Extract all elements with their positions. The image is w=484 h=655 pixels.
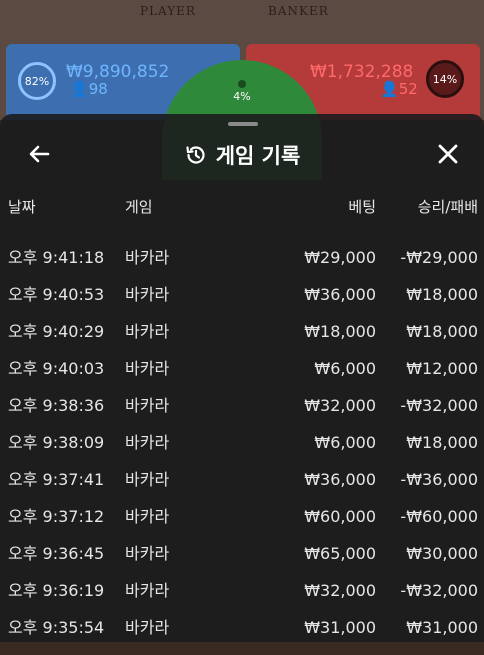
table-row[interactable]: 오후 9:41:18 바카라 ₩29,000 -₩29,000 (0, 248, 484, 285)
banker-table-label: BANKER (268, 4, 329, 18)
row-result: -₩32,000 (400, 396, 478, 415)
row-game: 바카라 (125, 396, 170, 415)
tie-percent: 4% (233, 90, 251, 103)
table-row[interactable]: 오후 9:38:09 바카라 ₩6,000 ₩18,000 (0, 433, 484, 470)
row-result: ₩18,000 (406, 322, 478, 341)
row-result: -₩32,000 (400, 581, 478, 600)
row-bet: ₩29,000 (304, 248, 376, 267)
row-time: 오후 9:40:29 (8, 322, 105, 341)
tie-indicator-dot (238, 80, 246, 88)
table-row[interactable]: 오후 9:40:29 바카라 ₩18,000 ₩18,000 (0, 322, 484, 359)
table-row[interactable]: 오후 9:36:19 바카라 ₩32,000 -₩32,000 (0, 581, 484, 618)
row-bet: ₩6,000 (314, 433, 376, 452)
row-game: 바카라 (125, 544, 170, 563)
row-time: 오후 9:41:18 (8, 248, 105, 267)
sheet-header: 게임 기록 (0, 132, 484, 178)
row-time: 오후 9:38:36 (8, 396, 105, 415)
table-row[interactable]: 오후 9:37:41 바카라 ₩36,000 -₩36,000 (0, 470, 484, 507)
row-bet: ₩60,000 (304, 507, 376, 526)
page-title: 게임 기록 (215, 144, 301, 168)
row-result: -₩29,000 (400, 248, 478, 267)
player-bettor-count: 👤98 (70, 80, 108, 98)
row-game: 바카라 (125, 470, 170, 489)
column-header-bet: 베팅 (348, 198, 376, 216)
row-time: 오후 9:38:09 (8, 433, 105, 452)
row-game: 바카라 (125, 433, 170, 452)
row-game: 바카라 (125, 618, 170, 637)
row-time: 오후 9:36:45 (8, 544, 105, 563)
player-table-label: PLAYER (140, 4, 196, 18)
row-time: 오후 9:37:41 (8, 470, 105, 489)
row-bet: ₩18,000 (304, 322, 376, 341)
row-game: 바카라 (125, 285, 170, 304)
row-result: ₩18,000 (406, 285, 478, 304)
close-button[interactable] (432, 138, 464, 170)
banker-total-amount: ₩1,732,288 (310, 62, 414, 82)
row-bet: ₩32,000 (304, 581, 376, 600)
row-result: -₩36,000 (400, 470, 478, 489)
row-time: 오후 9:37:12 (8, 507, 105, 526)
row-bet: ₩36,000 (304, 470, 376, 489)
history-icon (186, 146, 205, 164)
table-row[interactable]: 오후 9:35:54 바카라 ₩31,000 ₩31,000 (0, 618, 484, 655)
row-result: ₩31,000 (406, 618, 478, 637)
player-total-amount: ₩9,890,852 (66, 62, 170, 82)
game-history-sheet: 게임 기록 날짜 게임 베팅 승리/패배 오후 9:41:18 바카라 ₩29,… (0, 114, 484, 642)
row-game: 바카라 (125, 581, 170, 600)
sheet-drag-handle[interactable] (228, 122, 258, 126)
row-game: 바카라 (125, 507, 170, 526)
banker-percent-ring: 14% (426, 60, 464, 98)
table-row[interactable]: 오후 9:40:03 바카라 ₩6,000 ₩12,000 (0, 359, 484, 396)
row-time: 오후 9:35:54 (8, 618, 105, 637)
row-game: 바카라 (125, 322, 170, 341)
table-row[interactable]: 오후 9:37:12 바카라 ₩60,000 -₩60,000 (0, 507, 484, 544)
column-header-game: 게임 (125, 198, 153, 216)
row-game: 바카라 (125, 248, 170, 267)
row-bet: ₩65,000 (304, 544, 376, 563)
row-bet: ₩6,000 (314, 359, 376, 378)
row-bet: ₩31,000 (304, 618, 376, 637)
row-result: -₩60,000 (400, 507, 478, 526)
row-result: ₩12,000 (406, 359, 478, 378)
row-bet: ₩32,000 (304, 396, 376, 415)
table-row[interactable]: 오후 9:38:36 바카라 ₩32,000 -₩32,000 (0, 396, 484, 433)
column-header-result: 승리/패배 (417, 198, 478, 216)
close-icon (438, 144, 458, 164)
player-percent-ring: 82% (18, 62, 56, 100)
row-result: ₩18,000 (406, 433, 478, 452)
row-time: 오후 9:40:03 (8, 359, 105, 378)
row-game: 바카라 (125, 359, 170, 378)
row-result: ₩30,000 (406, 544, 478, 563)
banker-bettor-count: 👤52 (380, 80, 418, 98)
row-time: 오후 9:36:19 (8, 581, 105, 600)
table-row[interactable]: 오후 9:36:45 바카라 ₩65,000 ₩30,000 (0, 544, 484, 581)
row-time: 오후 9:40:53 (8, 285, 105, 304)
column-header-date: 날짜 (8, 198, 36, 216)
row-bet: ₩36,000 (304, 285, 376, 304)
table-row[interactable]: 오후 9:40:53 바카라 ₩36,000 ₩18,000 (0, 285, 484, 322)
title-group: 게임 기록 (0, 132, 484, 178)
